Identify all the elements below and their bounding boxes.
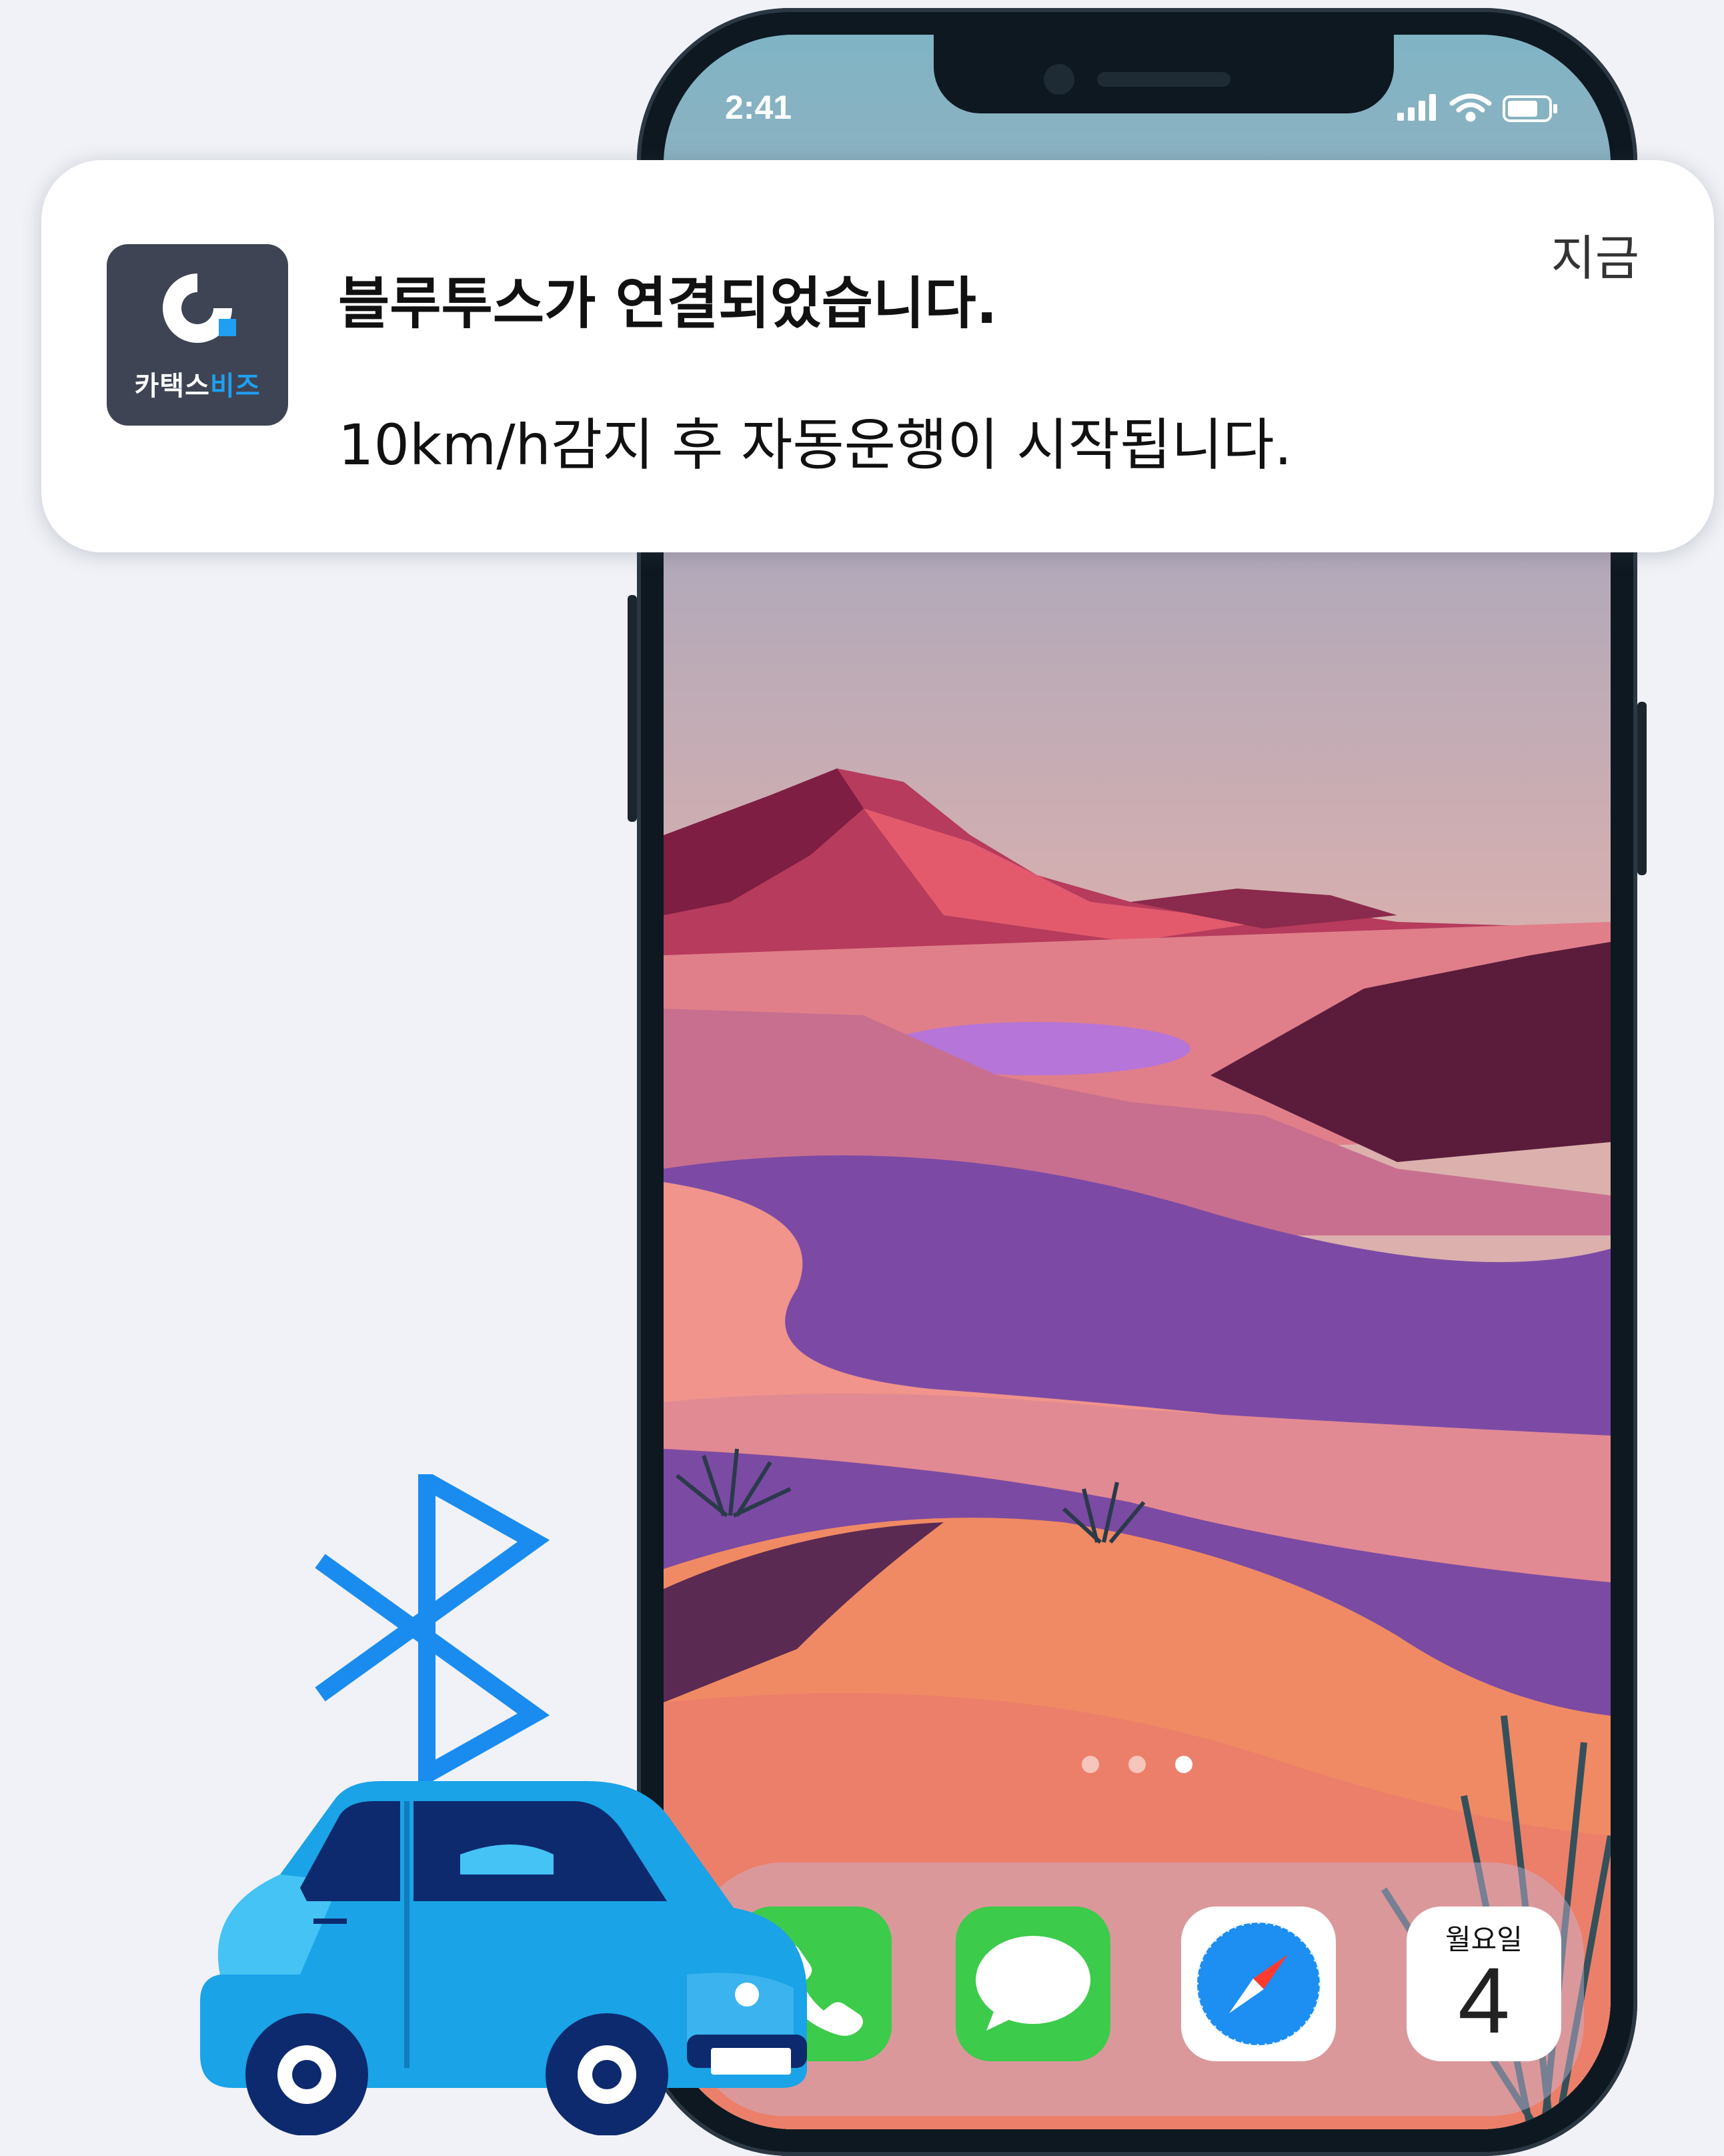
notification-title: 블루투스가 연결되었습니다. [338, 271, 998, 336]
battery-icon [1503, 95, 1557, 122]
cartax-biz-app-icon: 카택스비즈 [107, 244, 288, 426]
safari-app[interactable] [1181, 1907, 1336, 2061]
status-icons [1397, 93, 1557, 122]
calendar-date: 4 [1458, 1948, 1510, 2053]
push-notification[interactable]: 카택스비즈 블루투스가 연결되었습니다. 10km/h감지 후 자동운행이 시작… [41, 160, 1714, 552]
earpiece-speaker [1097, 72, 1230, 87]
front-camera [1044, 64, 1074, 95]
calendar-app[interactable]: 월요일 4 [1407, 1907, 1561, 2061]
wifi-icon [1449, 93, 1492, 122]
page-dot[interactable] [1082, 1756, 1099, 1773]
app-name-accent: 비즈 [209, 371, 261, 402]
page-indicator[interactable] [664, 1756, 1611, 1776]
notification-time: 지금 [1551, 230, 1639, 286]
bluetooth-icon [315, 1474, 550, 1781]
notification-body: 10km/h감지 후 자동운행이 시작됩니다. [338, 412, 1292, 478]
page-dot-active[interactable] [1175, 1756, 1192, 1773]
app-name-prefix: 카택스 [134, 371, 210, 402]
messages-app[interactable] [956, 1907, 1110, 2061]
dock: 월요일 4 [690, 1862, 1584, 2116]
page-dot[interactable] [1128, 1756, 1146, 1773]
status-time: 2:41 [725, 89, 792, 126]
side-button [628, 595, 637, 822]
notch [934, 35, 1394, 113]
messages-icon [976, 1936, 1090, 2031]
cellular-signal-icon [1397, 94, 1436, 121]
compass-icon [1196, 1921, 1321, 2047]
side-button [1637, 702, 1647, 875]
app-name: 카택스비즈 [107, 364, 288, 403]
car-icon [200, 1781, 807, 2135]
